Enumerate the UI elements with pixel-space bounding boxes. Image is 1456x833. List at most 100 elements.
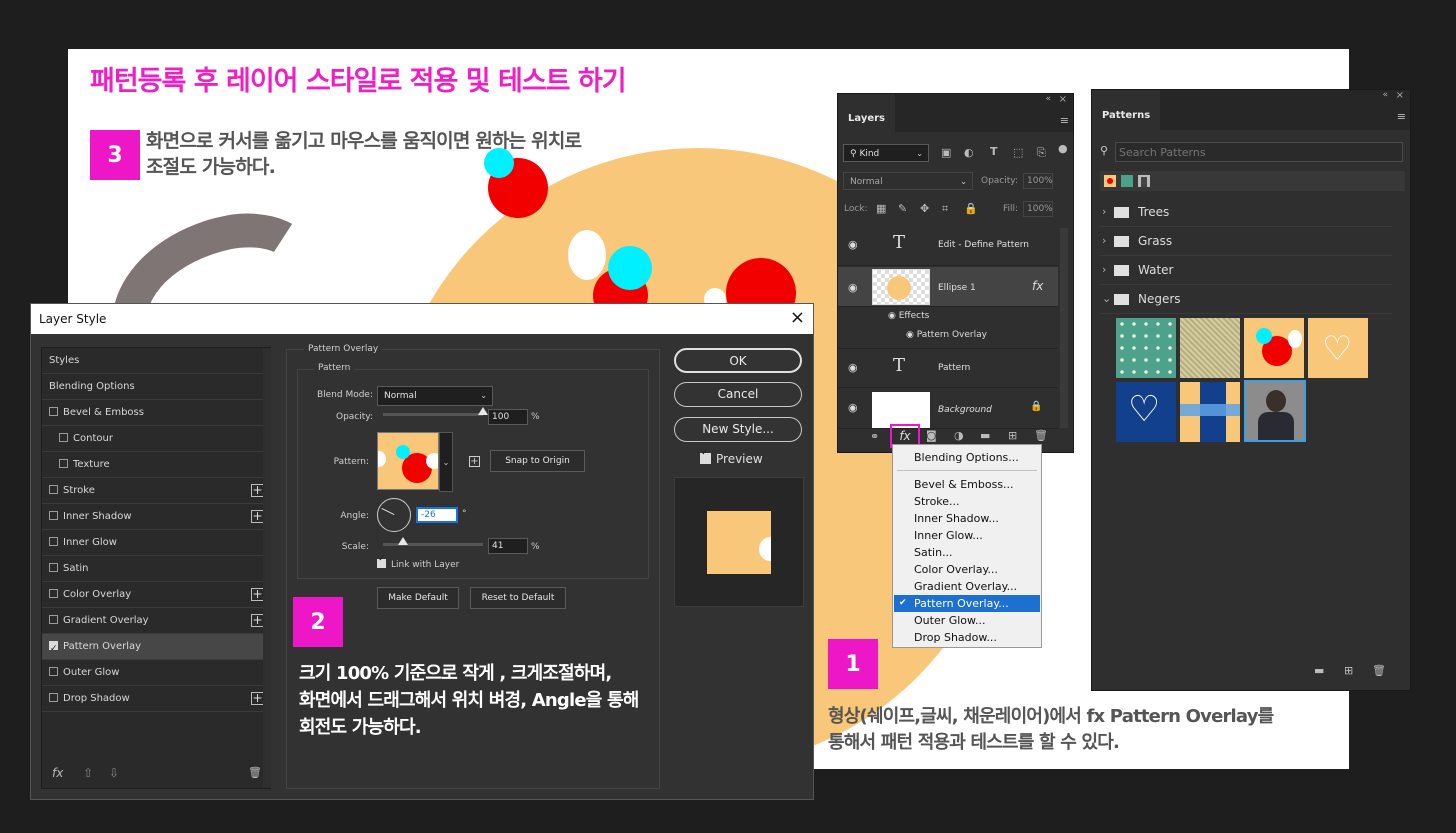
pattern-thumb-grass[interactable]	[1180, 318, 1240, 378]
opacity-input[interactable]: 100%	[1023, 173, 1053, 189]
preview-checkbox[interactable]: Preview	[700, 448, 763, 466]
fill-input[interactable]: 100%	[1023, 201, 1053, 217]
style-item[interactable]: Contour	[42, 426, 270, 452]
lock-all-icon[interactable]: 🔒	[964, 202, 978, 215]
menu-item[interactable]: Inner Shadow...	[894, 510, 1040, 527]
cancel-button[interactable]: Cancel	[674, 382, 802, 407]
kind-filter-select[interactable]: ⚲ Kind ⌄	[843, 144, 929, 162]
menu-item[interactable]: Satin...	[894, 544, 1040, 561]
pattern-thumb-leaf[interactable]	[1116, 318, 1176, 378]
folder-icon[interactable]: ▬	[1314, 664, 1324, 677]
style-item[interactable]: Inner Shadow +	[42, 504, 270, 530]
blend-mode-select[interactable]: Normal ⌄	[377, 386, 493, 406]
menu-item[interactable]: Gradient Overlay...	[894, 578, 1040, 595]
checkbox[interactable]	[377, 554, 386, 568]
search-input[interactable]	[1115, 142, 1403, 162]
move-down-icon[interactable]: ⇩	[109, 766, 119, 780]
type-filter-icon[interactable]: T	[990, 145, 998, 158]
style-item[interactable]: Drop Shadow +	[42, 686, 270, 712]
effects-row[interactable]: ◉ Effects	[888, 311, 929, 321]
adjustment-icon[interactable]: ◑	[954, 429, 964, 442]
ok-button[interactable]: OK	[674, 348, 802, 373]
layer-row[interactable]: ◉ T Pattern	[838, 348, 1058, 388]
chevron-right-icon[interactable]: ›	[1102, 257, 1106, 283]
new-style-button[interactable]: New Style...	[674, 417, 802, 442]
menu-item[interactable]: Outer Glow...	[894, 612, 1040, 629]
checkbox[interactable]	[49, 406, 58, 416]
eye-icon[interactable]: ◉	[848, 361, 858, 374]
scale-slider-thumb[interactable]	[398, 537, 408, 545]
styles-scrollbar[interactable]	[263, 348, 271, 788]
layer-row[interactable]: ◉ T Edit - Define Pattern	[838, 226, 1058, 266]
layer-row[interactable]: ◉ Background 🔒	[838, 389, 1058, 429]
collapse-icon[interactable]: «	[1382, 90, 1388, 100]
mask-icon[interactable]: ◙	[926, 429, 937, 442]
adjustment-filter-icon[interactable]: ◐	[964, 146, 974, 159]
chevron-right-icon[interactable]: ›	[1102, 228, 1106, 254]
close-icon[interactable]: ×	[790, 304, 805, 332]
eye-icon[interactable]: ◉	[906, 330, 917, 340]
checkbox[interactable]	[700, 448, 711, 464]
layers-scrollbar[interactable]	[1060, 228, 1068, 428]
pattern-folder[interactable]: › Water	[1100, 257, 1392, 285]
move-up-icon[interactable]: ⇧	[83, 766, 93, 780]
new-preset-icon[interactable]: +	[469, 456, 480, 467]
pattern-folder[interactable]: ⌄ Negers	[1100, 286, 1392, 314]
recent-pattern-swatch[interactable]	[1121, 175, 1133, 187]
scale-slider[interactable]	[383, 537, 483, 546]
opacity-slider[interactable]	[383, 407, 488, 416]
checkbox[interactable]	[49, 666, 58, 676]
scale-input[interactable]: 41	[488, 538, 528, 554]
smart-object-filter-icon[interactable]: ⎘	[1037, 146, 1046, 160]
opacity-input[interactable]: 100	[488, 409, 528, 425]
panel-menu-icon[interactable]: ≡	[1060, 114, 1069, 127]
pattern-overlay-effect-row[interactable]: ◉ Pattern Overlay	[906, 330, 987, 340]
eye-icon[interactable]: ◉	[888, 311, 899, 321]
style-item[interactable]: Gradient Overlay +	[42, 608, 270, 634]
checkbox[interactable]	[49, 692, 58, 702]
pattern-thumb-heart[interactable]: ♡	[1308, 318, 1368, 378]
eye-icon[interactable]: ◉	[848, 238, 858, 251]
pattern-folder[interactable]: › Trees	[1100, 199, 1392, 227]
reset-to-default-button[interactable]: Reset to Default	[470, 587, 566, 609]
collapse-icon[interactable]: «	[1045, 94, 1051, 104]
angle-input[interactable]: -26	[416, 507, 458, 523]
lock-transparent-icon[interactable]: ▦	[876, 202, 886, 215]
menu-item[interactable]: ✔ Pattern Overlay...	[894, 595, 1040, 612]
opacity-slider-thumb[interactable]	[478, 407, 488, 415]
tab-layers[interactable]: Layers	[838, 94, 895, 132]
checkbox[interactable]	[49, 510, 58, 520]
pattern-thumb-person[interactable]	[1244, 380, 1306, 442]
close-icon[interactable]: ×	[1059, 94, 1067, 105]
layer-row[interactable]: ◉ Ellipse 1 fx	[838, 267, 1058, 307]
new-pattern-icon[interactable]: ⊞	[1344, 664, 1353, 677]
trash-icon[interactable]: 🗑	[248, 766, 262, 779]
new-layer-icon[interactable]: ⊞	[1008, 429, 1017, 442]
recent-pattern-swatch[interactable]	[1104, 175, 1116, 187]
menu-item[interactable]: Bevel & Emboss...	[894, 476, 1040, 493]
pattern-thumb-stripes[interactable]	[1180, 382, 1240, 442]
checkbox[interactable]	[49, 484, 58, 494]
close-icon[interactable]: ×	[1396, 90, 1404, 101]
make-default-button[interactable]: Make Default	[377, 587, 459, 609]
link-with-layer-checkbox[interactable]: Link with Layer	[377, 554, 459, 570]
folder-icon[interactable]: ▬	[980, 429, 990, 442]
pattern-picker-swatch[interactable]	[377, 432, 439, 490]
lock-brush-icon[interactable]: ✎	[898, 202, 907, 215]
style-item[interactable]: Blending Options	[42, 374, 270, 400]
style-item[interactable]: Texture	[42, 452, 270, 478]
checkbox[interactable]	[49, 562, 58, 572]
style-item[interactable]: Styles	[42, 348, 270, 374]
tab-patterns[interactable]: Patterns	[1092, 90, 1161, 130]
style-item[interactable]: Pattern Overlay	[42, 634, 270, 662]
panel-menu-icon[interactable]: ≡	[1397, 110, 1406, 123]
chevron-down-icon[interactable]: ⌄	[1102, 286, 1111, 312]
lock-artboard-icon[interactable]: ⌗	[942, 202, 948, 216]
recent-pattern-swatch[interactable]	[1138, 175, 1150, 187]
style-item[interactable]: Color Overlay +	[42, 582, 270, 608]
lock-move-icon[interactable]: ✥	[920, 202, 929, 215]
style-item[interactable]: Outer Glow	[42, 660, 270, 686]
menu-item[interactable]: Color Overlay...	[894, 561, 1040, 578]
menu-item[interactable]: Blending Options...	[894, 449, 1040, 466]
checkbox[interactable]	[49, 588, 58, 598]
